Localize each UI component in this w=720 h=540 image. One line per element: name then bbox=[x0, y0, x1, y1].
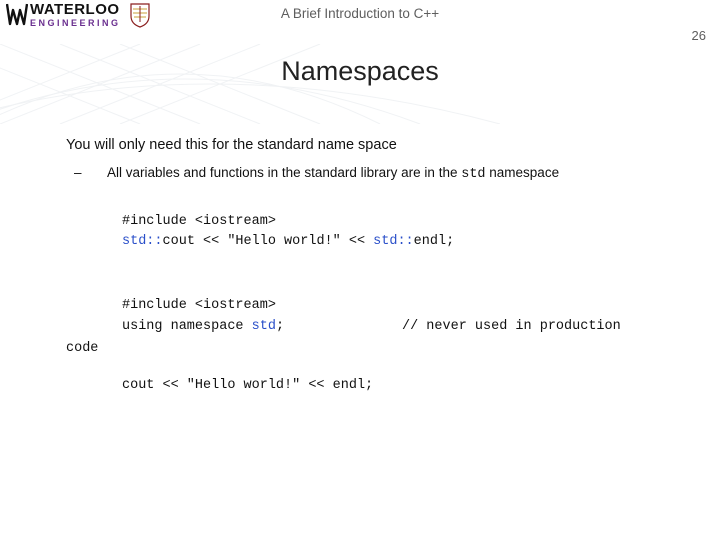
code1-line1: #include <iostream> bbox=[122, 214, 276, 229]
page-number: 26 bbox=[692, 28, 706, 43]
bullet-line: – All variables and functions in the sta… bbox=[90, 164, 676, 184]
slide: WATERLOO ENGINEERING A Brief Introductio… bbox=[0, 0, 720, 540]
code1-kw1: std:: bbox=[122, 234, 163, 249]
code-block-1: #include <iostream> std::cout << "Hello … bbox=[122, 212, 676, 253]
code2-note: code bbox=[66, 340, 676, 358]
code1-kw2: std:: bbox=[373, 234, 414, 249]
bullet-dash: – bbox=[90, 164, 104, 182]
slide-body: You will only need this for the standard… bbox=[66, 136, 676, 397]
code2-comment: // never used in production bbox=[402, 317, 676, 338]
slide-heading: Namespaces bbox=[0, 56, 720, 87]
code2-line1: #include <iostream> bbox=[122, 298, 276, 313]
bullet-text-before: All variables and functions in the stand… bbox=[107, 165, 461, 180]
code2-kw: std bbox=[252, 319, 276, 334]
code1-mid: cout << "Hello world!" << bbox=[163, 234, 374, 249]
bullet-kw: std bbox=[461, 167, 485, 182]
code-block-3: cout << "Hello world!" << endl; bbox=[122, 376, 676, 396]
document-title: A Brief Introduction to C++ bbox=[0, 6, 720, 21]
slide-header: WATERLOO ENGINEERING A Brief Introductio… bbox=[0, 0, 720, 48]
intro-text: You will only need this for the standard… bbox=[66, 136, 676, 156]
code2-l2a: using namespace bbox=[122, 319, 252, 334]
code2-line4: cout << "Hello world!" << endl; bbox=[122, 378, 373, 393]
code-block-2: #include <iostream> using namespace std;… bbox=[122, 296, 676, 338]
bullet-text-after: namespace bbox=[486, 165, 560, 180]
code2-l2b: ; bbox=[276, 319, 284, 334]
code1-end: endl; bbox=[414, 234, 455, 249]
